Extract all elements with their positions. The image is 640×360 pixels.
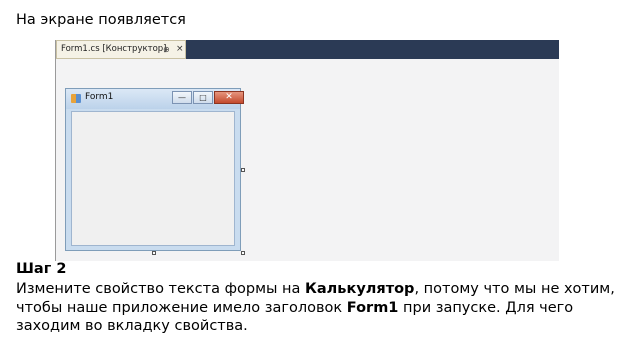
resize-handle-bottom[interactable] (152, 251, 156, 255)
maximize-button[interactable]: □ (193, 91, 213, 104)
window-buttons: — □ ✕ (172, 91, 244, 105)
designer-screenshot: Form1.cs [Конструктор] ⊕ × Form1 — □ ✕ (55, 40, 559, 261)
document-tab-bar: Form1.cs [Конструктор] ⊕ × (56, 40, 559, 59)
form-title: Form1 (85, 92, 114, 102)
tab-form1-designer[interactable]: Form1.cs [Конструктор] ⊕ × (56, 40, 186, 59)
resize-handle-right[interactable] (241, 168, 245, 172)
form1-window[interactable]: Form1 — □ ✕ (65, 88, 244, 251)
tab-label: Form1.cs [Конструктор] (61, 44, 167, 54)
close-button[interactable]: ✕ (214, 91, 244, 104)
pin-icon[interactable]: ⊕ (163, 41, 170, 58)
instruction-paragraph: Измените свойство текста формы на Кальку… (16, 280, 626, 336)
designer-surface: Form1 — □ ✕ (56, 59, 559, 261)
form-title-bar[interactable]: Form1 — □ ✕ (66, 89, 244, 109)
step-heading: Шаг 2 (16, 261, 67, 277)
resize-handle-corner[interactable] (241, 251, 245, 255)
minimize-button[interactable]: — (172, 91, 192, 104)
form-icon (71, 94, 81, 103)
bold-form1: Form1 (346, 299, 399, 316)
form-client-area[interactable] (71, 111, 235, 246)
bold-calculator: Калькулятор (305, 281, 415, 297)
tab-close-icon[interactable]: × (176, 41, 184, 58)
paragraph-text-1: Измените свойство текста формы на (16, 281, 306, 297)
intro-text: На экране появляется (16, 12, 186, 28)
